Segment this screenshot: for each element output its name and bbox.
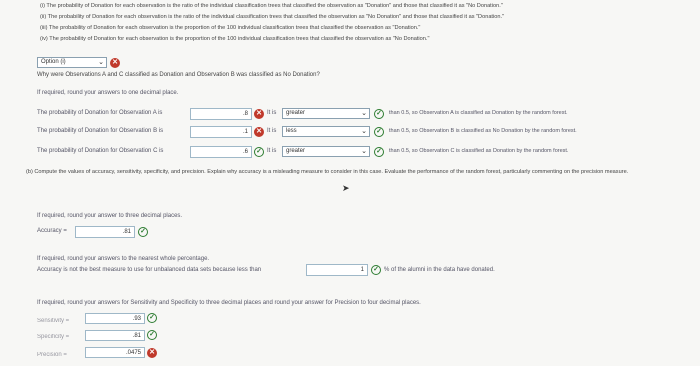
obs-a-mid: It is (267, 110, 277, 116)
option-dropdown-value: Option (i) (41, 59, 66, 65)
correct-icon: ✓ (374, 127, 384, 137)
incorrect-icon: ✕ (110, 58, 120, 68)
obs-b-label: The probability of Donation for Observat… (37, 128, 164, 134)
option-ii: (ii) The probability of Donation for eac… (40, 14, 504, 20)
option-iv: (iv) The probability of Donation for eac… (40, 36, 430, 42)
correct-icon: ✓ (254, 147, 264, 157)
incorrect-icon: ✕ (147, 348, 157, 358)
correct-icon: ✓ (374, 109, 384, 119)
obs-b-mid: It is (267, 128, 277, 134)
sensitivity-label: Sensitivity = (37, 318, 70, 324)
correct-icon: ✓ (147, 313, 157, 323)
correct-icon: ✓ (371, 265, 381, 275)
round-whole-note: If required, round your answers to the n… (37, 256, 210, 262)
precision-input[interactable]: .0475 (85, 347, 145, 358)
obs-b-tail: than 0.5, so Observation B is classified… (389, 128, 577, 134)
round-three-note: If required, round your answer to three … (37, 213, 183, 219)
chevron-down-icon: ⌄ (98, 59, 104, 66)
round-mixed-note: If required, round your answers for Sens… (37, 300, 421, 306)
obs-a-tail: than 0.5, so Observation A is classified… (389, 110, 568, 116)
obs-c-input[interactable]: .6 (190, 146, 252, 158)
accuracy-input[interactable]: .81 (75, 226, 135, 238)
obs-b-compare-dropdown[interactable]: less ⌄ (282, 126, 370, 137)
obs-c-mid: It is (267, 148, 277, 154)
obs-a-compare-dropdown[interactable]: greater ⌄ (282, 108, 370, 119)
specificity-label: Specificity = (37, 334, 70, 340)
incorrect-icon: ✕ (254, 109, 264, 119)
obs-a-compare-value: greater (286, 110, 306, 116)
cursor-icon: ➤ (342, 183, 350, 193)
accuracy-sentence: Accuracy is not the best measure to use … (37, 267, 262, 273)
accuracy-pct-input[interactable]: 1 (306, 264, 368, 276)
why-question: Why were Observations A and C classified… (37, 72, 320, 78)
sensitivity-input[interactable]: .93 (85, 313, 145, 324)
specificity-input[interactable]: .81 (85, 330, 145, 341)
round-one-decimal-note: If required, round your answers to one d… (37, 90, 179, 96)
incorrect-icon: ✕ (254, 127, 264, 137)
correct-icon: ✓ (374, 147, 384, 157)
correct-icon: ✓ (147, 330, 157, 340)
accuracy-label: Accuracy = (37, 228, 67, 234)
obs-c-label: The probability of Donation for Observat… (37, 148, 164, 154)
obs-a-label: The probability of Donation for Observat… (37, 110, 163, 116)
obs-a-input[interactable]: .8 (190, 108, 252, 120)
chevron-down-icon: ⌄ (361, 148, 367, 155)
precision-label: Precision = (37, 352, 67, 358)
obs-b-input[interactable]: .1 (190, 126, 252, 138)
obs-c-compare-dropdown[interactable]: greater ⌄ (282, 146, 370, 157)
option-iii: (iii) The probability of Donation for ea… (40, 25, 421, 31)
part-b-text: (b) Compute the values of accuracy, sens… (26, 169, 629, 175)
part-b-question: (b) Compute the values of accuracy, sens… (26, 168, 676, 176)
accuracy-tail: % of the alumni in the data have donated… (384, 267, 495, 273)
obs-c-compare-value: greater (286, 148, 306, 154)
chevron-down-icon: ⌄ (361, 128, 367, 135)
obs-c-tail: than 0.5, so Observation C is classified… (389, 148, 569, 154)
option-i: (i) The probability of Donation for each… (40, 3, 503, 9)
obs-b-compare-value: less (286, 128, 297, 134)
option-dropdown[interactable]: Option (i) ⌄ (37, 57, 107, 68)
chevron-down-icon: ⌄ (361, 110, 367, 117)
correct-icon: ✓ (138, 227, 148, 237)
